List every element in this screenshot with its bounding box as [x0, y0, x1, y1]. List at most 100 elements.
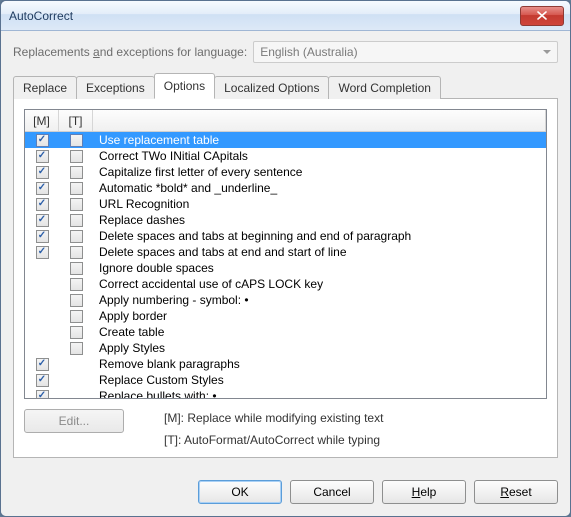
cell-m — [25, 390, 59, 399]
checkbox-m[interactable] — [36, 230, 49, 243]
checkbox-t[interactable] — [70, 310, 83, 323]
option-label: Automatic *bold* and _underline_ — [93, 181, 546, 195]
close-icon — [537, 11, 547, 20]
option-label: Correct TWo INitial CApitals — [93, 149, 546, 163]
table-row[interactable]: Apply border — [25, 308, 546, 324]
table-row[interactable]: Capitalize first letter of every sentenc… — [25, 164, 546, 180]
option-label: URL Recognition — [93, 197, 546, 211]
cell-t — [59, 134, 93, 147]
checkbox-t[interactable] — [70, 326, 83, 339]
table-row[interactable]: Remove blank paragraphs — [25, 356, 546, 372]
cancel-button[interactable]: Cancel — [290, 480, 374, 504]
cell-t — [59, 166, 93, 179]
table-row[interactable]: Correct TWo INitial CApitals — [25, 148, 546, 164]
cell-m — [25, 166, 59, 179]
table-row[interactable]: Apply numbering - symbol: • — [25, 292, 546, 308]
autocorrect-dialog: AutoCorrect Replacements and exceptions … — [0, 0, 571, 517]
option-label: Ignore double spaces — [93, 261, 546, 275]
checkbox-t[interactable] — [70, 134, 83, 147]
checkbox-m[interactable] — [36, 198, 49, 211]
option-label: Delete spaces and tabs at beginning and … — [93, 229, 546, 243]
checkbox-t[interactable] — [70, 230, 83, 243]
cell-m — [25, 358, 59, 371]
options-panel: [M] [T] Use replacement tableCorrect TWo… — [13, 98, 558, 458]
column-header-m[interactable]: [M] — [25, 110, 59, 131]
option-label: Apply Styles — [93, 341, 546, 355]
cell-m — [25, 198, 59, 211]
table-row[interactable]: Create table — [25, 324, 546, 340]
tab-word-completion[interactable]: Word Completion — [328, 76, 440, 99]
checkbox-m[interactable] — [36, 374, 49, 387]
table-row[interactable]: Replace dashes — [25, 212, 546, 228]
window-title: AutoCorrect — [9, 9, 520, 23]
checkbox-m[interactable] — [36, 150, 49, 163]
table-row[interactable]: URL Recognition — [25, 196, 546, 212]
cell-t — [59, 214, 93, 227]
help-button[interactable]: Help — [382, 480, 466, 504]
table-row[interactable]: Replace Custom Styles — [25, 372, 546, 388]
table-row[interactable]: Replace bullets with: • — [25, 388, 546, 398]
cell-m — [25, 246, 59, 259]
option-label: Replace bullets with: • — [93, 389, 546, 398]
checkbox-t[interactable] — [70, 262, 83, 275]
tab-localized-options[interactable]: Localized Options — [214, 76, 329, 99]
table-row[interactable]: Apply Styles — [25, 340, 546, 356]
table-row[interactable]: Use replacement table — [25, 132, 546, 148]
option-label: Create table — [93, 325, 546, 339]
cell-t — [59, 262, 93, 275]
checkbox-t[interactable] — [70, 166, 83, 179]
tab-strip: Replace Exceptions Options Localized Opt… — [13, 73, 558, 98]
close-button[interactable] — [520, 6, 564, 26]
cell-t — [59, 342, 93, 355]
option-label: Apply numbering - symbol: • — [93, 293, 546, 307]
column-header-label[interactable] — [93, 110, 546, 131]
checkbox-t[interactable] — [70, 246, 83, 259]
checkbox-t[interactable] — [70, 294, 83, 307]
checkbox-m[interactable] — [36, 390, 49, 399]
column-header-t[interactable]: [T] — [59, 110, 93, 131]
option-label: Delete spaces and tabs at end and start … — [93, 245, 546, 259]
cell-m — [25, 134, 59, 147]
option-label: Capitalize first letter of every sentenc… — [93, 165, 546, 179]
checkbox-m[interactable] — [36, 358, 49, 371]
option-label: Correct accidental use of cAPS LOCK key — [93, 277, 546, 291]
table-row[interactable]: Correct accidental use of cAPS LOCK key — [25, 276, 546, 292]
checkbox-m[interactable] — [36, 166, 49, 179]
checkbox-t[interactable] — [70, 198, 83, 211]
checkbox-m[interactable] — [36, 182, 49, 195]
cell-t — [59, 182, 93, 195]
language-label: Replacements and exceptions for language… — [13, 45, 247, 59]
tab-exceptions[interactable]: Exceptions — [76, 76, 155, 99]
table-row[interactable]: Ignore double spaces — [25, 260, 546, 276]
table-row[interactable]: Delete spaces and tabs at end and start … — [25, 244, 546, 260]
checkbox-t[interactable] — [70, 214, 83, 227]
option-label: Remove blank paragraphs — [93, 357, 546, 371]
reset-button[interactable]: Reset — [474, 480, 558, 504]
table-row[interactable]: Automatic *bold* and _underline_ — [25, 180, 546, 196]
checkbox-m[interactable] — [36, 134, 49, 147]
ok-button[interactable]: OK — [198, 480, 282, 504]
language-select[interactable]: English (Australia) — [253, 41, 558, 63]
cell-t — [59, 326, 93, 339]
checkbox-m[interactable] — [36, 214, 49, 227]
cell-m — [25, 230, 59, 243]
titlebar[interactable]: AutoCorrect — [1, 1, 570, 31]
edit-button[interactable]: Edit... — [24, 409, 124, 433]
checkbox-t[interactable] — [70, 182, 83, 195]
checkbox-m[interactable] — [36, 246, 49, 259]
checkbox-t[interactable] — [70, 342, 83, 355]
cell-t — [59, 246, 93, 259]
legend-t: [T]: AutoFormat/AutoCorrect while typing — [164, 433, 383, 447]
checkbox-t[interactable] — [70, 150, 83, 163]
cell-t — [59, 278, 93, 291]
table-row[interactable]: Delete spaces and tabs at beginning and … — [25, 228, 546, 244]
legend-text: [M]: Replace while modifying existing te… — [164, 411, 383, 447]
checkbox-t[interactable] — [70, 278, 83, 291]
cell-t — [59, 230, 93, 243]
tab-options[interactable]: Options — [154, 73, 215, 99]
list-body[interactable]: Use replacement tableCorrect TWo INitial… — [25, 132, 546, 398]
tab-replace[interactable]: Replace — [13, 76, 77, 99]
option-label: Apply border — [93, 309, 546, 323]
cell-m — [25, 150, 59, 163]
legend-m: [M]: Replace while modifying existing te… — [164, 411, 383, 425]
